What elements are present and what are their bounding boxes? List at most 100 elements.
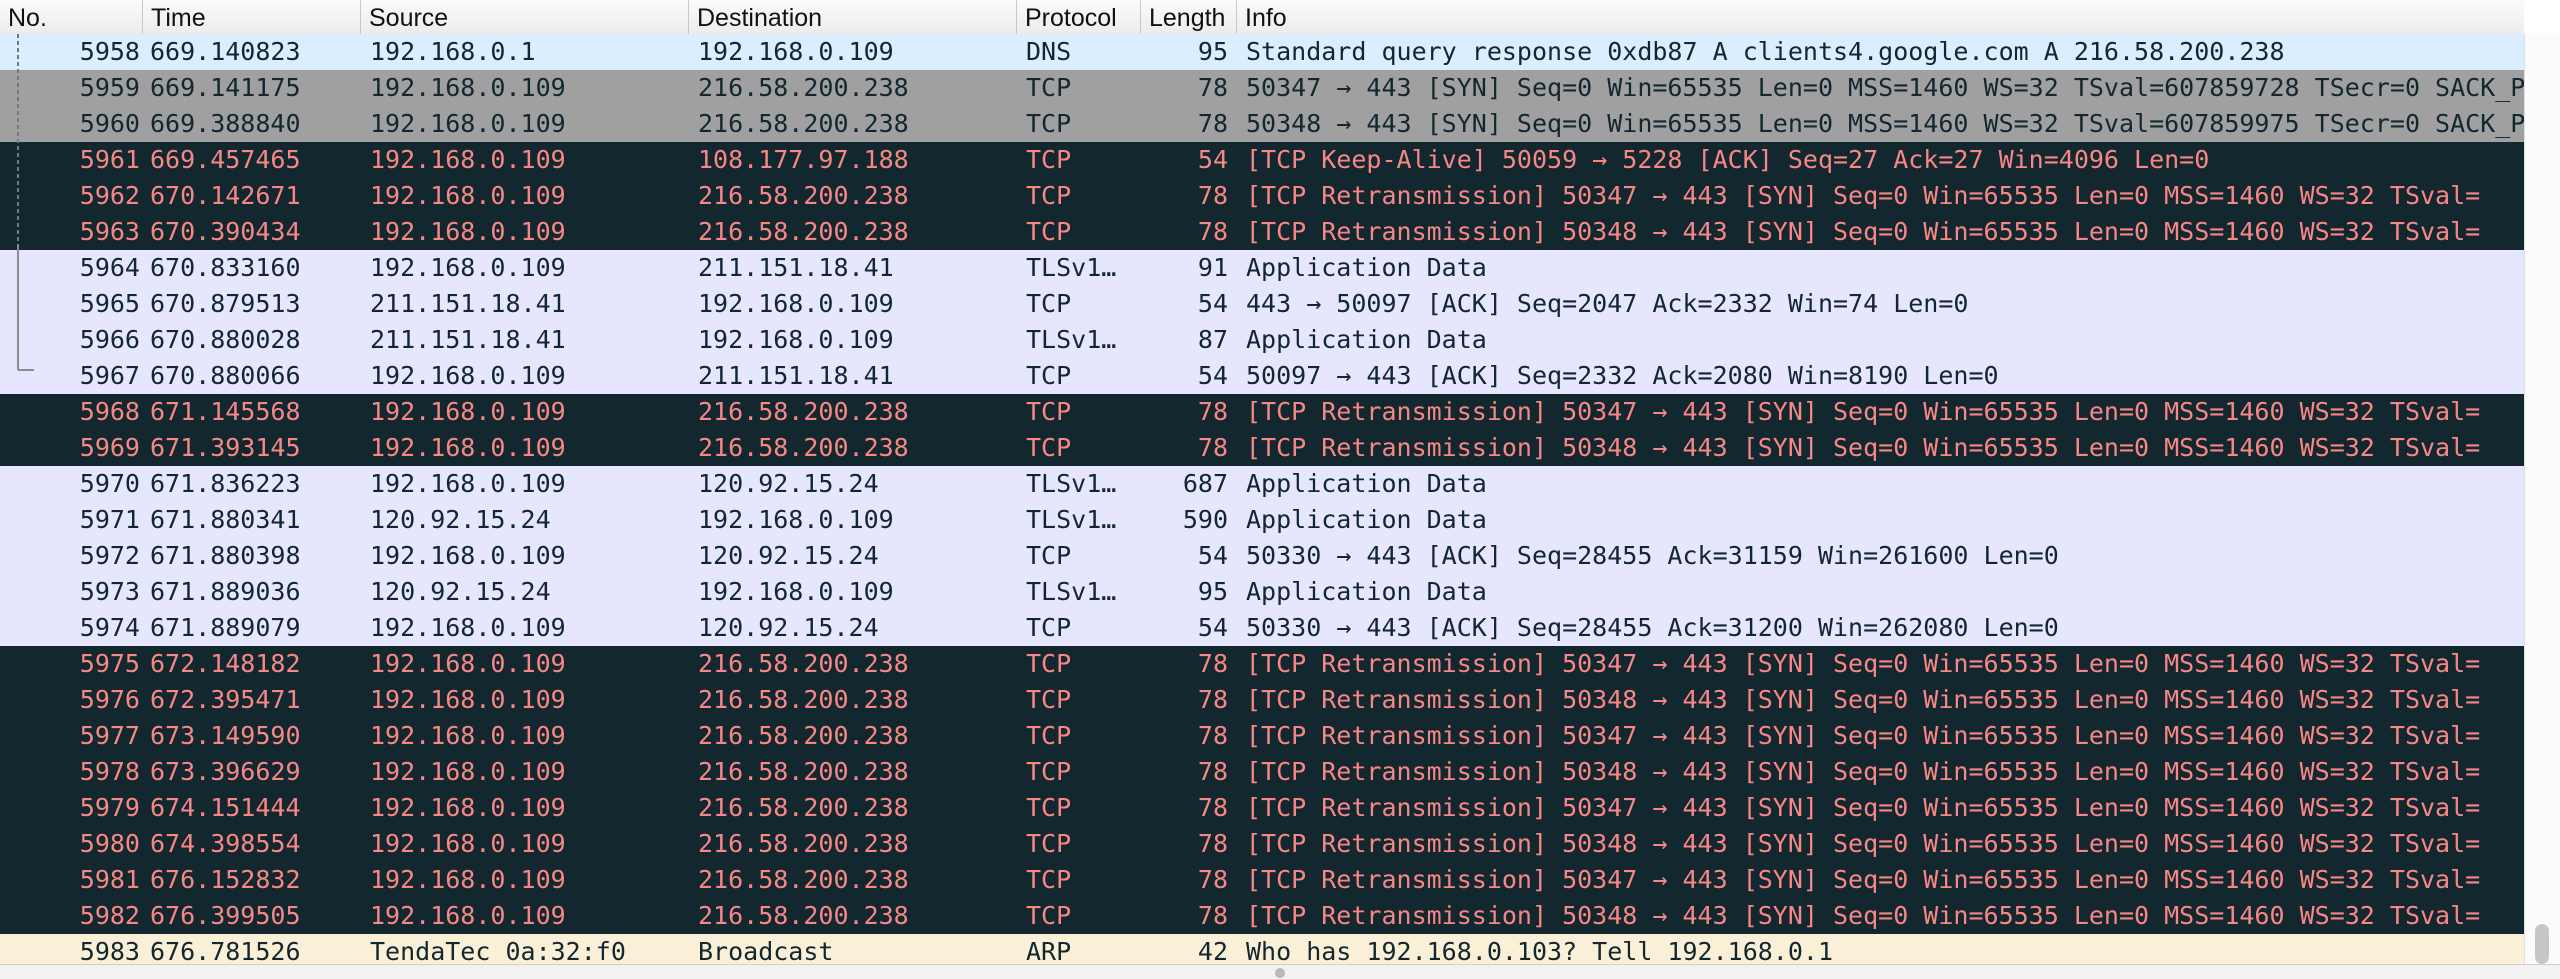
packet-info: Application Data <box>1246 505 1487 534</box>
packet-row[interactable]: 5981 676.152832 192.168.0.109 216.58.200.23… <box>0 862 2524 898</box>
packet-info: 50348 → 443 [SYN] Seq=0 Win=65535 Len=0 … <box>1246 109 2524 138</box>
packet-length: 590 <box>1182 505 1228 534</box>
packet-row[interactable]: 5974 671.889079 192.168.0.109 120.92.15.24 T… <box>0 610 2524 646</box>
packet-protocol: TCP <box>1026 397 1072 426</box>
packet-destination: 216.58.200.238 <box>698 433 909 462</box>
packet-row[interactable]: 5982 676.399505 192.168.0.109 216.58.200.23… <box>0 898 2524 934</box>
column-header-length[interactable]: Length <box>1140 0 1237 34</box>
packet-row[interactable]: 5959 669.141175 192.168.0.109 216.58.200.23… <box>0 70 2524 106</box>
column-header-no[interactable]: No. <box>8 0 138 34</box>
packet-row[interactable]: 5976 672.395471 192.168.0.109 216.58.200.23… <box>0 682 2524 718</box>
packet-row[interactable]: 5975 672.148182 192.168.0.109 216.58.200.23… <box>0 646 2524 682</box>
packet-protocol: TCP <box>1026 685 1072 714</box>
packet-source: 192.168.0.109 <box>370 721 566 750</box>
packet-info: [TCP Retransmission] 50347 → 443 [SYN] S… <box>1246 649 2481 678</box>
packet-time: 670.880066 <box>150 361 301 390</box>
packet-no: 5970 <box>79 469 140 498</box>
packet-source: 192.168.0.109 <box>370 181 566 210</box>
column-header-protocol[interactable]: Protocol <box>1016 0 1135 34</box>
packet-length: 42 <box>1197 937 1228 964</box>
scrollbar-thumb[interactable] <box>2535 924 2549 964</box>
packet-row[interactable]: 5983 676.781526 TendaTec_0a:32:f0 Broadcast… <box>0 934 2524 964</box>
packet-row[interactable]: 5980 674.398554 192.168.0.109 216.58.200.23… <box>0 826 2524 862</box>
packet-info: 50330 → 443 [ACK] Seq=28455 Ack=31200 Wi… <box>1246 613 2059 642</box>
packet-protocol: TCP <box>1026 289 1072 318</box>
packet-info: [TCP Keep-Alive] 50059 → 5228 [ACK] Seq=… <box>1246 145 2210 174</box>
packet-row[interactable]: 5961 669.457465 192.168.0.109 108.177.97.18… <box>0 142 2524 178</box>
packet-row[interactable]: 5963 670.390434 192.168.0.109 216.58.200.23… <box>0 214 2524 250</box>
packet-row[interactable]: 5979 674.151444 192.168.0.109 216.58.200.23… <box>0 790 2524 826</box>
packet-source: 192.168.0.109 <box>370 433 566 462</box>
conversation-tree-lines <box>17 34 34 371</box>
pane-splitter[interactable] <box>0 964 2560 979</box>
packet-row[interactable]: 5969 671.393145 192.168.0.109 216.58.200.23… <box>0 430 2524 466</box>
packet-protocol: ARP <box>1026 937 1072 964</box>
packet-info: [TCP Retransmission] 50348 → 443 [SYN] S… <box>1246 829 2481 858</box>
packet-row[interactable]: 5977 673.149590 192.168.0.109 216.58.200.23… <box>0 718 2524 754</box>
packet-row[interactable]: 5958 669.140823 192.168.0.1 192.168.0.109 DN… <box>0 34 2524 70</box>
packet-destination: 216.58.200.238 <box>698 217 909 246</box>
packet-row[interactable]: 5964 670.833160 192.168.0.109 211.151.18.41… <box>0 250 2524 286</box>
packet-info: [TCP Retransmission] 50347 → 443 [SYN] S… <box>1246 721 2481 750</box>
packet-info: 50347 → 443 [SYN] Seq=0 Win=65535 Len=0 … <box>1246 73 2524 102</box>
packet-row[interactable]: 5966 670.880028 211.151.18.41 192.168.0.109… <box>0 322 2524 358</box>
packet-row[interactable]: 5972 671.880398 192.168.0.109 120.92.15.24 T… <box>0 538 2524 574</box>
packet-destination: 216.58.200.238 <box>698 685 909 714</box>
column-header-source[interactable]: Source <box>360 0 689 34</box>
packet-list[interactable]: 5958 669.140823 192.168.0.1 192.168.0.109 DN… <box>0 34 2524 964</box>
splitter-grip-icon <box>1275 968 1285 978</box>
packet-row[interactable]: 5960 669.388840 192.168.0.109 216.58.200.23… <box>0 106 2524 142</box>
packet-destination: 216.58.200.238 <box>698 181 909 210</box>
packet-info: [TCP Retransmission] 50348 → 443 [SYN] S… <box>1246 901 2481 930</box>
packet-length: 95 <box>1197 37 1228 66</box>
packet-time: 669.140823 <box>150 37 301 66</box>
packet-protocol: TCP <box>1026 361 1072 390</box>
packet-destination: 120.92.15.24 <box>698 469 879 498</box>
packet-source: 192.168.0.109 <box>370 253 566 282</box>
packet-no: 5968 <box>79 397 140 426</box>
vertical-scrollbar[interactable] <box>2524 34 2560 964</box>
packet-info: [TCP Retransmission] 50348 → 443 [SYN] S… <box>1246 757 2481 786</box>
packet-length: 78 <box>1197 865 1228 894</box>
packet-no: 5980 <box>79 829 140 858</box>
packet-row[interactable]: 5973 671.889036 120.92.15.24 192.168.0.109 T… <box>0 574 2524 610</box>
packet-source: 192.168.0.1 <box>370 37 536 66</box>
packet-destination: 216.58.200.238 <box>698 721 909 750</box>
packet-destination: 192.168.0.109 <box>698 289 894 318</box>
packet-protocol: TCP <box>1026 901 1072 930</box>
packet-length: 78 <box>1197 109 1228 138</box>
column-header-time[interactable]: Time <box>142 0 365 34</box>
packet-list-header: No. Time Source Destination Protocol Len… <box>0 0 2524 35</box>
column-header-destination[interactable]: Destination <box>688 0 1017 34</box>
packet-source: 192.168.0.109 <box>370 73 566 102</box>
packet-protocol: TCP <box>1026 109 1072 138</box>
packet-time: 672.148182 <box>150 649 301 678</box>
packet-protocol: TCP <box>1026 613 1072 642</box>
packet-info: Who has 192.168.0.103? Tell 192.168.0.1 <box>1246 937 1833 964</box>
packet-time: 673.396629 <box>150 757 301 786</box>
packet-row[interactable]: 5971 671.880341 120.92.15.24 192.168.0.109 T… <box>0 502 2524 538</box>
packet-protocol: TCP <box>1026 793 1072 822</box>
packet-info: Standard query response 0xdb87 A clients… <box>1246 37 2285 66</box>
packet-source: TendaTec_0a:32:f0 <box>370 937 626 964</box>
packet-time: 670.142671 <box>150 181 301 210</box>
packet-source: 192.168.0.109 <box>370 793 566 822</box>
packet-no: 5983 <box>79 937 140 964</box>
packet-length: 91 <box>1197 253 1228 282</box>
packet-no: 5982 <box>79 901 140 930</box>
packet-row[interactable]: 5965 670.879513 211.151.18.41 192.168.0.109… <box>0 286 2524 322</box>
packet-row[interactable]: 5978 673.396629 192.168.0.109 216.58.200.23… <box>0 754 2524 790</box>
packet-row[interactable]: 5968 671.145568 192.168.0.109 216.58.200.23… <box>0 394 2524 430</box>
column-header-info[interactable]: Info <box>1236 0 2525 34</box>
packet-no: 5975 <box>79 649 140 678</box>
packet-row[interactable]: 5970 671.836223 192.168.0.109 120.92.15.24 T… <box>0 466 2524 502</box>
packet-destination: 192.168.0.109 <box>698 37 894 66</box>
packet-length: 78 <box>1197 397 1228 426</box>
packet-info: [TCP Retransmission] 50347 → 443 [SYN] S… <box>1246 181 2481 210</box>
packet-info: Application Data <box>1246 469 1487 498</box>
packet-protocol: TCP <box>1026 433 1072 462</box>
packet-row[interactable]: 5967 670.880066 192.168.0.109 211.151.18.41… <box>0 358 2524 394</box>
packet-destination: 211.151.18.41 <box>698 253 894 282</box>
packet-row[interactable]: 5962 670.142671 192.168.0.109 216.58.200.23… <box>0 178 2524 214</box>
packet-source: 192.168.0.109 <box>370 361 566 390</box>
